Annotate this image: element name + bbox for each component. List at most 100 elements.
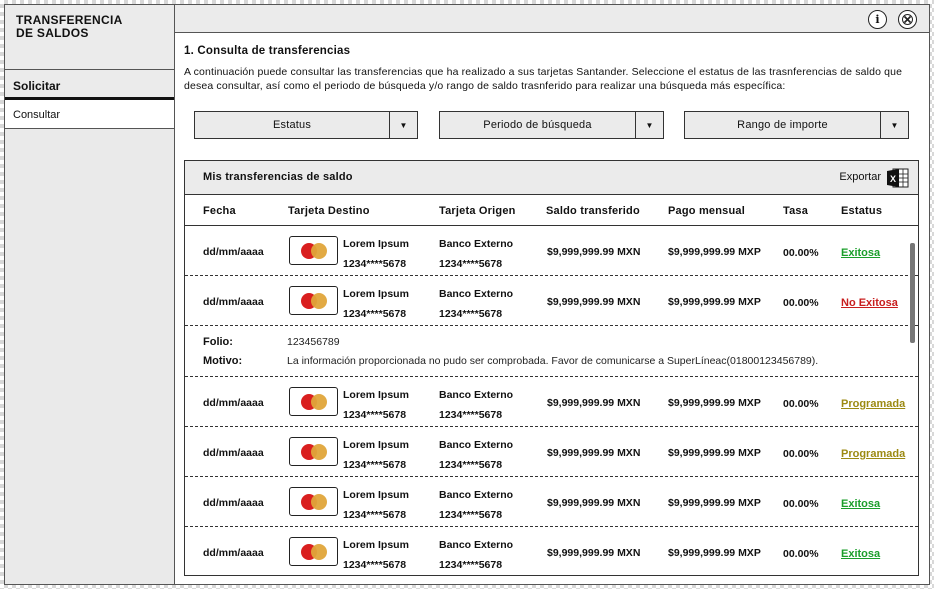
status-dropdown[interactable]: Estatus ▼: [194, 111, 418, 139]
origin-card-number: 1234****5678: [439, 559, 503, 571]
table-row[interactable]: dd/mm/aaaa Lorem Ipsum 1234****5678 Banc…: [185, 527, 918, 575]
motivo-label: Motivo:: [203, 355, 243, 367]
dest-card-name: Lorem Ipsum: [343, 539, 409, 551]
dest-card-name: Lorem Ipsum: [343, 439, 409, 451]
monthly-payment: $9,999,999.99 MXP: [668, 397, 761, 409]
balance-transferred: $9,999,999.99 MXN: [547, 246, 641, 258]
table-row[interactable]: dd/mm/aaaa Lorem Ipsum 1234****5678 Banc…: [185, 226, 918, 276]
table-body: dd/mm/aaaa Lorem Ipsum 1234****5678 Banc…: [185, 226, 918, 575]
status-link[interactable]: Exitosa: [841, 548, 880, 560]
sidebar-title: TRANSFERENCIA DE SALDOS: [5, 5, 174, 70]
folio-label: Folio:: [203, 336, 233, 348]
svg-text:X: X: [890, 174, 896, 184]
dest-card-number: 1234****5678: [343, 409, 407, 421]
monthly-payment: $9,999,999.99 MXP: [668, 296, 761, 308]
column-header: Saldo transferido: [546, 205, 640, 217]
monthly-payment: $9,999,999.99 MXP: [668, 547, 761, 559]
origin-bank-name: Banco Externo: [439, 489, 514, 501]
folio-value: 123456789: [287, 336, 340, 348]
balance-transferred: $9,999,999.99 MXN: [547, 547, 641, 559]
date-cell: dd/mm/aaaa: [203, 447, 264, 459]
table-row[interactable]: dd/mm/aaaa Lorem Ipsum 1234****5678 Banc…: [185, 427, 918, 477]
export-button[interactable]: Exportar: [839, 171, 881, 183]
sidebar-item-label: Solicitar: [13, 79, 61, 93]
row-detail: Folio: 123456789 Motivo: La información …: [185, 326, 918, 377]
dest-card-name: Lorem Ipsum: [343, 288, 409, 300]
sidebar: TRANSFERENCIA DE SALDOS Solicitar Consul…: [5, 5, 175, 584]
status-link[interactable]: No Exitosa: [841, 297, 898, 309]
panel-header: Mis transferencias de saldo Exportar X: [185, 161, 918, 195]
app-window: TRANSFERENCIA DE SALDOS Solicitar Consul…: [4, 4, 930, 585]
card-circle-orange: [311, 494, 327, 510]
monthly-payment: $9,999,999.99 MXP: [668, 246, 761, 258]
sidebar-item-consultar[interactable]: Consultar: [5, 100, 174, 129]
rate: 00.00%: [783, 498, 819, 510]
top-bar: i: [175, 5, 929, 33]
rate: 00.00%: [783, 398, 819, 410]
column-header: Estatus: [841, 205, 883, 217]
balance-transferred: $9,999,999.99 MXN: [547, 397, 641, 409]
rate: 00.00%: [783, 297, 819, 309]
date-cell: dd/mm/aaaa: [203, 497, 264, 509]
monthly-payment: $9,999,999.99 MXP: [668, 447, 761, 459]
origin-card-number: 1234****5678: [439, 459, 503, 471]
status-link[interactable]: Exitosa: [841, 498, 880, 510]
origin-bank-name: Banco Externo: [439, 389, 514, 401]
origin-card-number: 1234****5678: [439, 409, 503, 421]
period-dropdown[interactable]: Periodo de búsqueda ▼: [439, 111, 664, 139]
amount-range-dropdown[interactable]: Rango de importe ▼: [684, 111, 909, 139]
info-icon[interactable]: i: [868, 10, 887, 29]
chevron-down-icon: ▼: [635, 112, 663, 138]
column-header: Fecha: [203, 205, 236, 217]
close-icon[interactable]: [898, 10, 917, 29]
card-circle-orange: [311, 293, 327, 309]
date-cell: dd/mm/aaaa: [203, 296, 264, 308]
scrollbar[interactable]: [910, 243, 915, 343]
status-link[interactable]: Programada: [841, 448, 905, 460]
column-header: Tarjeta Origen: [439, 205, 516, 217]
card-circle-orange: [311, 394, 327, 410]
origin-card-number: 1234****5678: [439, 308, 503, 320]
table-row[interactable]: dd/mm/aaaa Lorem Ipsum 1234****5678 Banc…: [185, 276, 918, 326]
origin-bank-name: Banco Externo: [439, 439, 514, 451]
monthly-payment: $9,999,999.99 MXP: [668, 497, 761, 509]
card-icon: [289, 437, 338, 466]
table-row[interactable]: dd/mm/aaaa Lorem Ipsum 1234****5678 Banc…: [185, 477, 918, 527]
status-link[interactable]: Programada: [841, 398, 905, 410]
sidebar-item-solicitar[interactable]: Solicitar: [5, 70, 174, 100]
dest-card-number: 1234****5678: [343, 559, 407, 571]
date-cell: dd/mm/aaaa: [203, 397, 264, 409]
table-header: Fecha Tarjeta Destino Tarjeta Origen Sal…: [185, 195, 918, 226]
dest-card-number: 1234****5678: [343, 509, 407, 521]
status-link[interactable]: Exitosa: [841, 247, 880, 259]
card-icon: [289, 387, 338, 416]
dest-card-name: Lorem Ipsum: [343, 238, 409, 250]
chevron-down-icon: ▼: [389, 112, 417, 138]
dropdown-label: Estatus: [272, 119, 312, 131]
chevron-down-icon: ▼: [880, 112, 908, 138]
column-header: Tarjeta Destino: [288, 205, 370, 217]
dest-card-name: Lorem Ipsum: [343, 489, 409, 501]
section-description: A continuación puede consultar las trans…: [184, 66, 903, 92]
table-row[interactable]: dd/mm/aaaa Lorem Ipsum 1234****5678 Banc…: [185, 377, 918, 427]
excel-icon[interactable]: X: [887, 168, 909, 188]
panel-title: Mis transferencias de saldo: [203, 171, 353, 183]
card-icon: [289, 487, 338, 516]
origin-bank-name: Banco Externo: [439, 539, 514, 551]
card-circle-orange: [311, 243, 327, 259]
dropdown-label: Periodo de búsqueda: [483, 119, 592, 131]
column-header: Tasa: [783, 205, 809, 217]
motivo-value: La información proporcionada no pudo ser…: [287, 355, 819, 367]
transfers-panel: Mis transferencias de saldo Exportar X F…: [184, 160, 919, 576]
main-content: i 1. Consulta de transferencias A contin…: [175, 5, 929, 584]
card-icon: [289, 537, 338, 566]
column-header: Pago mensual: [668, 205, 745, 217]
origin-card-number: 1234****5678: [439, 509, 503, 521]
section-title: 1. Consulta de transferencias: [184, 45, 351, 57]
dest-card-name: Lorem Ipsum: [343, 389, 409, 401]
card-icon: [289, 236, 338, 265]
card-icon: [289, 286, 338, 315]
date-cell: dd/mm/aaaa: [203, 246, 264, 258]
rate: 00.00%: [783, 548, 819, 560]
dest-card-number: 1234****5678: [343, 308, 407, 320]
